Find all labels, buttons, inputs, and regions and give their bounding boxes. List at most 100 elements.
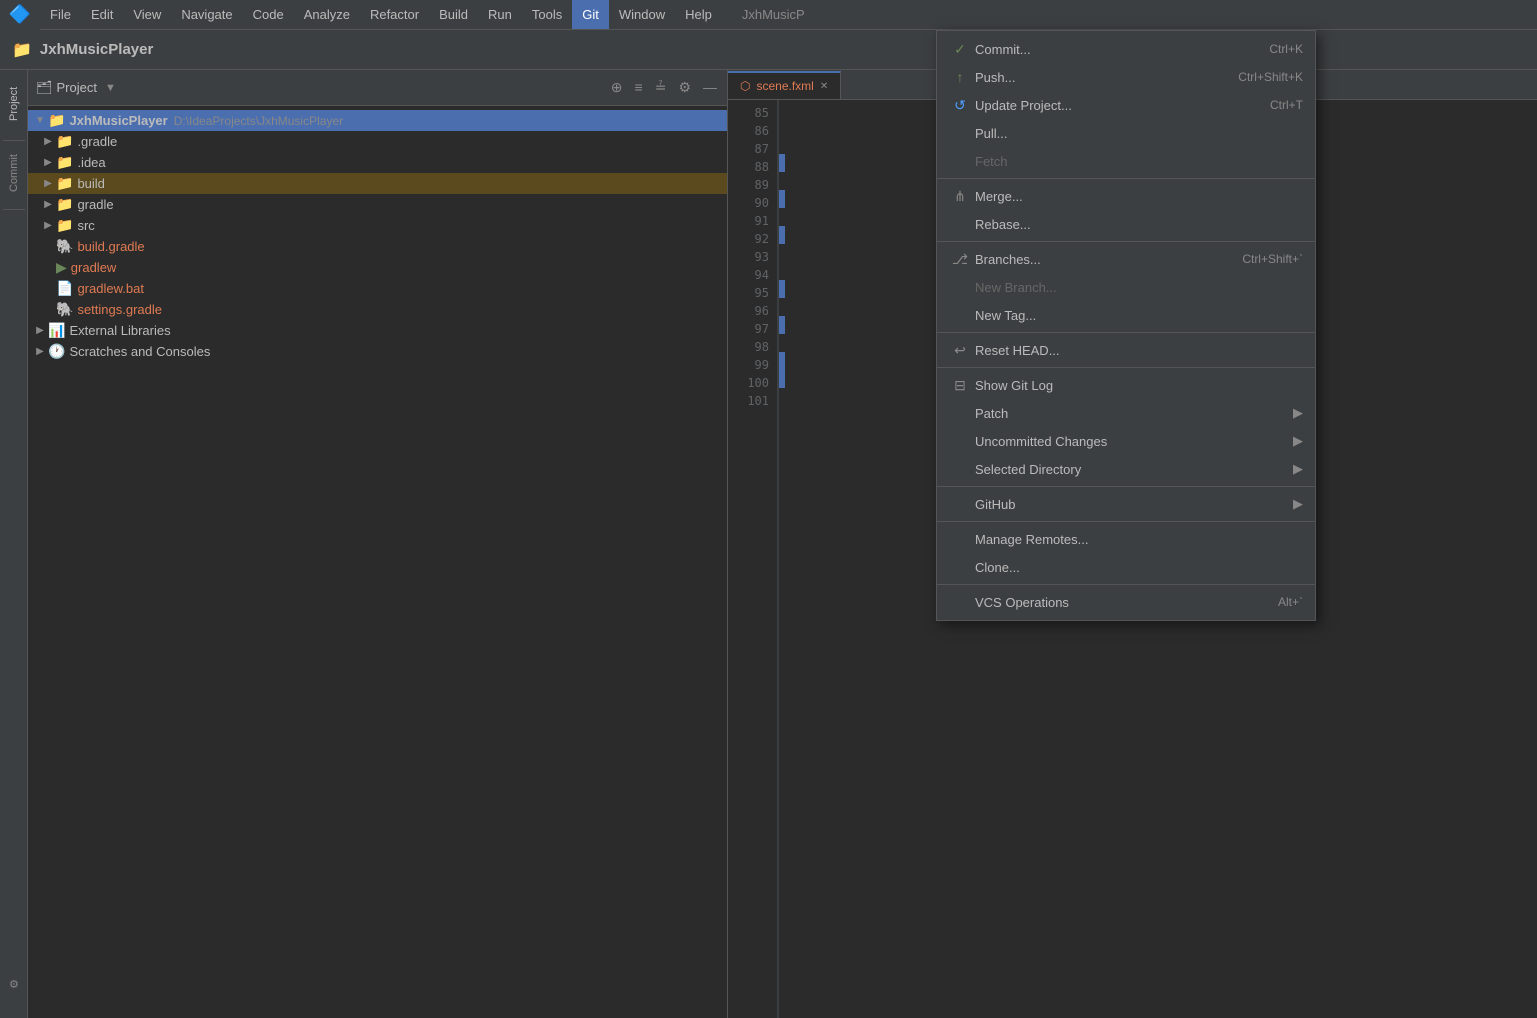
tab-scene-fxml[interactable]: ⬡ scene.fxml ✕ <box>728 71 841 99</box>
menu-code[interactable]: Code <box>243 0 294 29</box>
gradlew-label: gradlew <box>71 260 117 275</box>
gradle-dir-label: .gradle <box>77 134 117 149</box>
build-dir-icon: 📁 <box>56 175 73 192</box>
menu-item-vcs-operations[interactable]: VCS Operations Alt+` <box>937 588 1315 616</box>
line-num-99: 99 <box>728 356 769 374</box>
update-shortcut: Ctrl+T <box>1270 98 1303 112</box>
menu-tools[interactable]: Tools <box>522 0 572 29</box>
tree-item-src[interactable]: ▶ 📁 src <box>28 215 727 236</box>
collapse-all-icon[interactable]: ≡ <box>633 77 645 98</box>
sidebar-item-project[interactable]: Project <box>3 74 25 134</box>
menu-window[interactable]: Window <box>609 0 675 29</box>
menu-item-new-branch[interactable]: New Branch... <box>937 273 1315 301</box>
menu-item-manage-remotes[interactable]: Manage Remotes... <box>937 525 1315 553</box>
menu-item-new-tag[interactable]: New Tag... <box>937 301 1315 329</box>
menu-item-pull[interactable]: Pull... <box>937 119 1315 147</box>
expand-icon-root: ▼ <box>32 115 48 126</box>
settings-gradle-label: settings.gradle <box>77 302 162 317</box>
tree-item-gradlew-bat[interactable]: ▶ 📄 gradlew.bat <box>28 278 727 299</box>
menu-git[interactable]: Git <box>572 0 609 29</box>
menu-run[interactable]: Run <box>478 0 522 29</box>
rebase-label: Rebase... <box>975 217 1303 232</box>
reset-head-label: Reset HEAD... <box>975 343 1303 358</box>
menu-build[interactable]: Build <box>429 0 478 29</box>
external-libs-label: External Libraries <box>69 323 170 338</box>
menu-item-commit[interactable]: ✓ Commit... Ctrl+K <box>937 35 1315 63</box>
tree-item-external-libs[interactable]: ▶ 📊 External Libraries <box>28 320 727 341</box>
menu-help[interactable]: Help <box>675 0 722 29</box>
line-num-91: 91 <box>728 212 769 230</box>
separator-4 <box>937 367 1315 368</box>
menu-item-reset-head[interactable]: ↩ Reset HEAD... <box>937 336 1315 364</box>
menu-item-update-project[interactable]: ↺ Update Project... Ctrl+T <box>937 91 1315 119</box>
reset-head-icon: ↩ <box>949 342 971 359</box>
menu-edit[interactable]: Edit <box>81 0 123 29</box>
gradlew-icon: ▶ <box>56 259 67 276</box>
expand-icon-gradle2: ▶ <box>40 199 56 210</box>
menu-navigate[interactable]: Navigate <box>171 0 242 29</box>
menu-analyze[interactable]: Analyze <box>294 0 360 29</box>
gutter-95 <box>779 280 785 298</box>
menu-view[interactable]: View <box>123 0 171 29</box>
gutter-89 <box>779 172 785 190</box>
minimize-icon[interactable]: — <box>701 77 719 98</box>
menu-refactor[interactable]: Refactor <box>360 0 429 29</box>
tree-item-gradlew[interactable]: ▶ ▶ gradlew <box>28 257 727 278</box>
expand-icon-build: ▶ <box>40 178 56 189</box>
sort-icon[interactable]: ≟ <box>653 77 669 98</box>
locate-icon[interactable]: ⊕ <box>609 77 625 98</box>
menu-item-patch[interactable]: Patch ▶ <box>937 399 1315 427</box>
separator-7 <box>937 584 1315 585</box>
branches-label: Branches... <box>975 252 1234 267</box>
tree-item-root[interactable]: ▼ 📁 JxhMusicPlayer D:\IdeaProjects\JxhMu… <box>28 110 727 131</box>
menu-item-merge[interactable]: ⋔ Merge... <box>937 182 1315 210</box>
gutter-92 <box>779 226 785 244</box>
tree-item-gradle[interactable]: ▶ 📁 gradle <box>28 194 727 215</box>
gear-icon[interactable]: ⚙ <box>676 77 693 98</box>
menu-item-fetch[interactable]: Fetch <box>937 147 1315 175</box>
menu-item-selected-directory[interactable]: Selected Directory ▶ <box>937 455 1315 483</box>
project-folder-icon: 📁 <box>12 40 32 60</box>
tree-item-settings-gradle[interactable]: ▶ 🐘 settings.gradle <box>28 299 727 320</box>
src-label: src <box>77 218 94 233</box>
idea-dir-label: .idea <box>77 155 105 170</box>
tree-item-build-gradle[interactable]: ▶ 🐘 build.gradle <box>28 236 727 257</box>
branches-shortcut: Ctrl+Shift+` <box>1242 252 1303 266</box>
patch-label: Patch <box>975 406 1285 421</box>
menu-item-rebase[interactable]: Rebase... <box>937 210 1315 238</box>
gutter-91 <box>779 208 785 226</box>
external-libs-icon: 📊 <box>48 322 65 339</box>
git-gutter <box>778 100 786 1018</box>
tab-close-button[interactable]: ✕ <box>820 81 828 92</box>
separator-1 <box>937 178 1315 179</box>
menu-file[interactable]: File <box>40 0 81 29</box>
tree-item-gradle-dir[interactable]: ▶ 📁 .gradle <box>28 131 727 152</box>
tree-item-scratches[interactable]: ▶ 🕐 Scratches and Consoles <box>28 341 727 362</box>
expand-icon-idea: ▶ <box>40 157 56 168</box>
settings-gradle-icon: 🐘 <box>56 301 73 318</box>
sidebar-item-commit[interactable]: Commit <box>3 143 25 203</box>
line-num-92: 92 <box>728 230 769 248</box>
separator-2 <box>937 241 1315 242</box>
patch-arrow: ▶ <box>1293 405 1303 421</box>
tree-item-idea-dir[interactable]: ▶ 📁 .idea <box>28 152 727 173</box>
push-icon: ↑ <box>949 69 971 85</box>
menu-item-push[interactable]: ↑ Push... Ctrl+Shift+K <box>937 63 1315 91</box>
menu-item-clone[interactable]: Clone... <box>937 553 1315 581</box>
menu-item-github[interactable]: GitHub ▶ <box>937 490 1315 518</box>
sidebar-item-settings[interactable]: ⚙ <box>3 954 25 1014</box>
gradle-label: gradle <box>77 197 113 212</box>
build-gradle-label: build.gradle <box>77 239 144 254</box>
panel-dropdown-arrow[interactable]: ▼ <box>105 82 116 94</box>
show-git-log-icon: ⊟ <box>949 377 971 394</box>
menu-item-uncommitted-changes[interactable]: Uncommitted Changes ▶ <box>937 427 1315 455</box>
panel-header-icons: ⊕ ≡ ≟ ⚙ — <box>609 77 719 98</box>
src-icon: 📁 <box>56 217 73 234</box>
line-num-94: 94 <box>728 266 769 284</box>
menu-item-show-git-log[interactable]: ⊟ Show Git Log <box>937 371 1315 399</box>
line-num-98: 98 <box>728 338 769 356</box>
tree-item-build-dir[interactable]: ▶ 📁 build <box>28 173 727 194</box>
menu-item-branches[interactable]: ⎇ Branches... Ctrl+Shift+` <box>937 245 1315 273</box>
panel-folder-icon: 🗂 <box>36 80 53 96</box>
separator-3 <box>937 332 1315 333</box>
